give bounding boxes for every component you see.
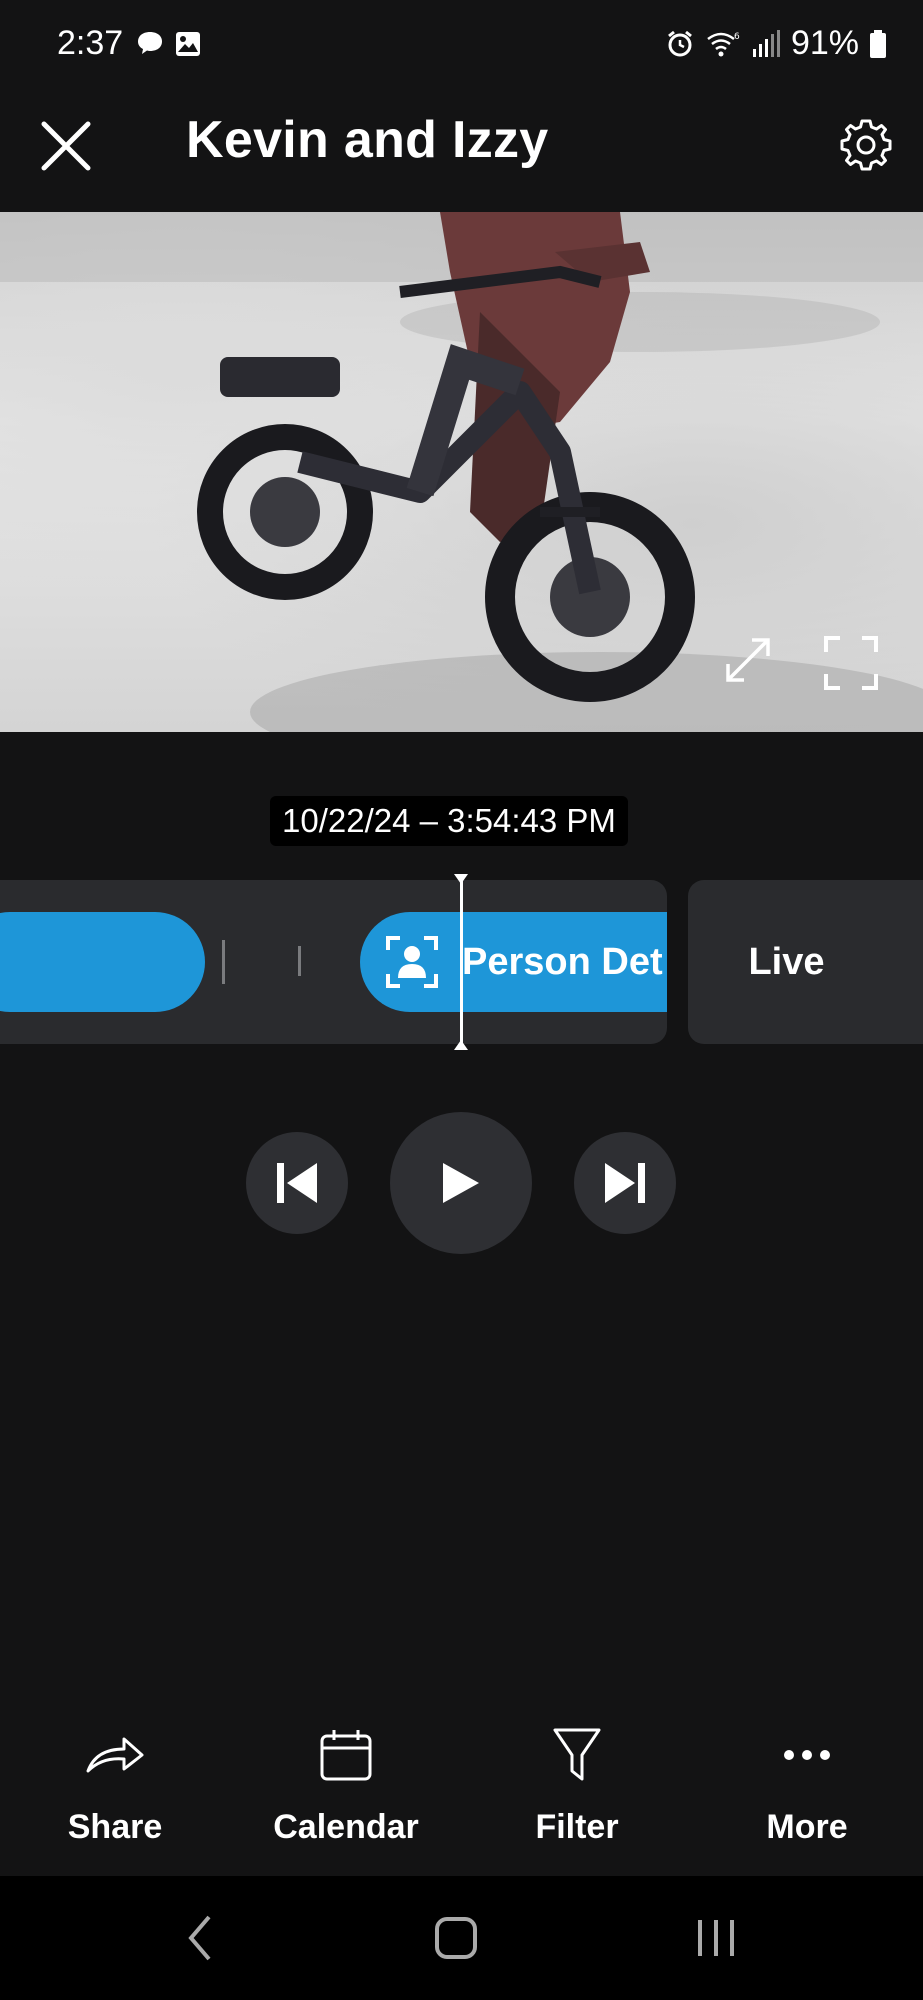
expand-arrows-icon <box>726 638 770 682</box>
status-bar: 2:37 6 91% <box>0 0 923 90</box>
signal-icon <box>752 29 780 57</box>
playhead-cap-top <box>454 874 468 884</box>
nav-back-button[interactable] <box>160 1906 240 1970</box>
play-icon <box>443 1163 479 1203</box>
svg-text:6: 6 <box>734 32 740 42</box>
back-chevron-icon <box>188 1915 211 1961</box>
event-clip-person[interactable]: Person Det <box>360 912 667 1012</box>
status-right-icons: 6 91% <box>665 24 887 63</box>
chat-bubble-icon <box>138 32 162 54</box>
close-icon <box>41 121 91 171</box>
person-detect-icon <box>386 936 438 988</box>
calendar-button[interactable]: Calendar <box>246 1720 446 1880</box>
fullscreen-icon <box>824 636 878 690</box>
wifi-icon: 6 <box>707 32 740 56</box>
settings-button[interactable] <box>833 112 899 178</box>
bottom-toolbar: Share Calendar Filter More <box>0 1720 923 1880</box>
more-button[interactable]: More <box>707 1720 907 1880</box>
system-nav-bar <box>0 1876 923 2000</box>
skip-previous-button[interactable] <box>246 1132 348 1234</box>
calendar-label: Calendar <box>273 1808 419 1846</box>
video-frame <box>0 212 923 732</box>
play-button[interactable] <box>390 1112 532 1254</box>
status-time: 2:37 <box>57 24 124 62</box>
share-label: Share <box>67 1808 163 1846</box>
share-icon <box>86 1737 144 1773</box>
battery-percent: 91% <box>790 24 859 62</box>
calendar-icon <box>320 1730 372 1781</box>
skip-previous-icon <box>277 1163 317 1203</box>
more-icon <box>784 1750 830 1760</box>
timeline-tick <box>222 940 225 984</box>
fullscreen-button[interactable] <box>822 634 880 692</box>
event-timeline[interactable]: Person Det <box>0 880 667 1044</box>
skip-next-button[interactable] <box>574 1132 676 1234</box>
share-button[interactable]: Share <box>15 1720 215 1880</box>
event-clip-label: Person Det <box>462 940 663 983</box>
gear-icon <box>840 119 892 171</box>
event-clip-previous[interactable] <box>0 912 205 1012</box>
filter-icon <box>553 1728 601 1781</box>
filter-label: Filter <box>535 1808 619 1846</box>
live-button[interactable]: Live <box>688 880 923 1044</box>
timeline-tick <box>298 946 301 976</box>
alarm-icon <box>668 30 692 56</box>
video-player[interactable] <box>0 212 923 732</box>
image-icon <box>176 32 200 56</box>
recents-icon <box>698 1920 734 1956</box>
expand-button[interactable] <box>722 634 774 686</box>
status-left-icons <box>136 30 202 58</box>
timestamp-label: 10/22/24 – 3:54:43 PM <box>270 796 628 846</box>
more-label: More <box>766 1808 848 1846</box>
home-square-icon <box>435 1917 477 1959</box>
battery-icon <box>870 29 886 58</box>
skip-next-icon <box>605 1163 645 1203</box>
filter-button[interactable]: Filter <box>477 1720 677 1880</box>
timeline-playhead[interactable] <box>460 876 463 1048</box>
close-button[interactable] <box>34 114 98 178</box>
live-label: Live <box>748 940 825 983</box>
playhead-cap-bottom <box>454 1040 468 1050</box>
page-title: Kevin and Izzy <box>186 111 549 169</box>
nav-home-button[interactable] <box>416 1906 496 1970</box>
nav-recents-button[interactable] <box>676 1906 756 1970</box>
header: Kevin and Izzy <box>0 90 923 212</box>
